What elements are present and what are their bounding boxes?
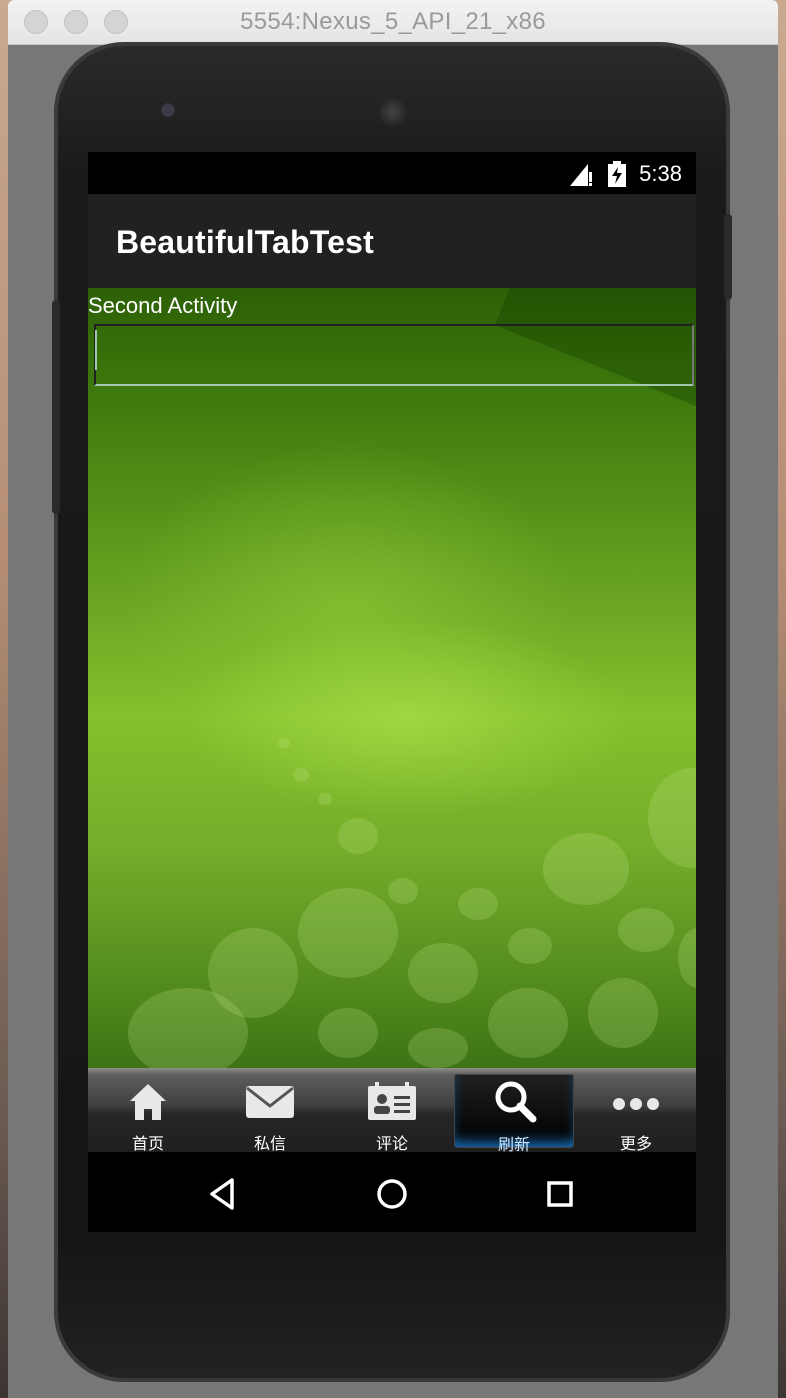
signal-icon [570, 164, 592, 186]
bokeh [408, 1028, 468, 1068]
tab-more[interactable]: 更多 [576, 1074, 696, 1153]
window-title: 5554:Nexus_5_API_21_x86 [240, 8, 546, 35]
window-titlebar: 5554:Nexus_5_API_21_x86 [8, 0, 778, 45]
recents-icon[interactable] [540, 1174, 580, 1214]
back-icon[interactable] [204, 1174, 244, 1214]
app-title: BeautifulTabTest [116, 224, 375, 260]
home-circle-icon[interactable] [372, 1174, 412, 1214]
bokeh [488, 988, 568, 1058]
bokeh [388, 878, 418, 904]
front-camera-icon [162, 104, 174, 116]
bokeh [338, 818, 378, 854]
status-time: 5:38 [639, 161, 682, 186]
power-button[interactable] [724, 214, 732, 300]
bokeh [618, 908, 674, 952]
bokeh [278, 738, 290, 748]
mail-icon [246, 1086, 294, 1118]
bokeh [318, 1008, 378, 1058]
bokeh [508, 928, 552, 964]
tab-label: 评论 [375, 1136, 408, 1153]
bokeh [318, 793, 332, 805]
tab-messages[interactable]: 私信 [210, 1074, 330, 1153]
bokeh [543, 833, 629, 905]
bokeh [678, 928, 696, 988]
bokeh [128, 988, 248, 1068]
home-icon [130, 1084, 166, 1120]
bokeh [458, 888, 498, 920]
status-bar: 5:38 [88, 152, 696, 194]
contact-card-icon [368, 1082, 416, 1120]
second-activity-label: Second Activity [88, 293, 238, 318]
navigation-bar [88, 1152, 696, 1232]
search-icon [495, 1081, 537, 1123]
text-cursor [95, 330, 97, 370]
proximity-sensor [598, 107, 606, 115]
tab-comments[interactable]: 评论 [332, 1074, 452, 1153]
device-screen: 5:38 BeautifulTabTest Second Activity 首页… [88, 152, 696, 1232]
bokeh [588, 978, 658, 1048]
action-bar: BeautifulTabTest [88, 194, 696, 288]
light-sensor [616, 107, 624, 115]
text-input[interactable] [94, 324, 694, 386]
bokeh [648, 768, 696, 868]
tab-refresh[interactable]: 刷新 [454, 1074, 574, 1154]
earpiece-speaker [379, 98, 407, 126]
battery-charging-icon [608, 161, 626, 187]
more-icon [613, 1098, 659, 1110]
volume-button[interactable] [52, 300, 60, 514]
bokeh [298, 888, 398, 978]
tab-bar: 首页 私信 评论 刷新 更多 [88, 1068, 696, 1154]
bokeh [408, 943, 478, 1003]
content-area: Second Activity [88, 288, 696, 1068]
tab-label: 首页 [131, 1136, 164, 1153]
tab-home[interactable]: 首页 [88, 1074, 208, 1153]
bokeh [293, 768, 309, 782]
tab-label: 私信 [253, 1136, 286, 1153]
tab-label: 更多 [619, 1136, 652, 1153]
